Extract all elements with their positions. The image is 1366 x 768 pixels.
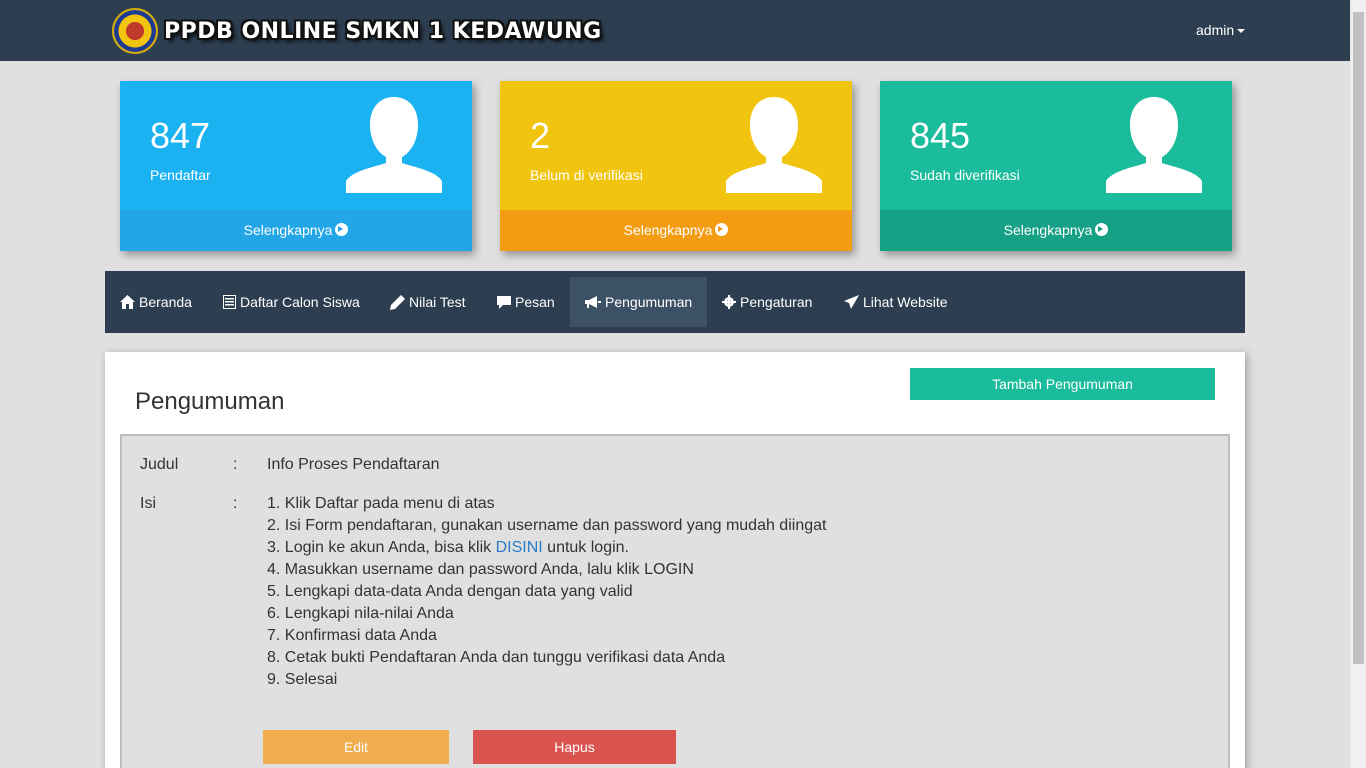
list-icon [223,295,236,309]
isi-line-text: untuk login. [542,539,629,556]
scrollbar-thumb[interactable] [1353,12,1364,664]
nav-item-daftar-calon-siswa[interactable]: Daftar Calon Siswa [208,277,375,327]
nav-item-label: Beranda [139,294,192,310]
stat-more-label: Selengkapnya [623,222,713,238]
isi-line-text: 3. Login ke akun Anda, bisa klik [267,539,496,556]
stat-more-label: Selengkapnya [1003,222,1093,238]
caret-down-icon [1237,29,1246,34]
school-logo-icon [112,8,158,54]
stat-card-pendaftar: 847 Pendaftar Selengkapnya [120,81,472,251]
circle-arrow-right-icon [335,223,349,236]
stat-value: 847 [150,115,211,156]
stat-more-link[interactable]: Selengkapnya [880,210,1232,251]
gear-icon [722,295,736,309]
stat-label: Pendaftar [150,167,211,183]
isi-line: 5. Lengkapi data-data Anda dengan data y… [267,583,633,600]
main-nav: Beranda Daftar Calon Siswa Nilai Test Pe… [105,271,1245,333]
user-menu-dropdown[interactable]: admin [1196,22,1246,38]
stat-card-sudah-verifikasi: 845 Sudah diverifikasi Selengkapnya [880,81,1232,251]
isi-line: 6. Lengkapi nila-nilai Anda [267,605,454,622]
home-icon [120,295,135,309]
pencil-icon [390,294,405,310]
isi-line: 7. Konfirmasi data Anda [267,627,437,644]
bullhorn-icon [585,295,601,308]
stat-more-label: Selengkapnya [243,222,333,238]
isi-label: Isi [140,495,156,512]
nav-item-beranda[interactable]: Beranda [105,277,207,327]
edit-button[interactable]: Edit [263,730,449,764]
nav-item-label: Pengaturan [740,294,813,310]
isi-line: 3. Login ke akun Anda, bisa klik DISINI … [267,537,826,559]
stat-more-link[interactable]: Selengkapnya [500,210,852,251]
stat-value: 845 [910,115,971,156]
brand[interactable]: PPDB ONLINE SMKN 1 KEDAWUNG [112,6,602,56]
user-icon [726,97,822,193]
stat-value: 2 [530,115,551,156]
nav-item-label: Daftar Calon Siswa [240,294,360,310]
isi-colon: : [233,495,238,512]
nav-item-label: Nilai Test [409,294,466,310]
nav-item-pengumuman[interactable]: Pengumuman [570,277,708,327]
add-announcement-button[interactable]: Tambah Pengumuman [910,368,1215,400]
nav-item-label: Lihat Website [863,294,948,310]
comment-icon [497,295,511,309]
judul-label: Judul [140,456,179,473]
stat-label: Sudah diverifikasi [910,167,1020,183]
send-icon [844,295,859,309]
nav-item-nilai-test[interactable]: Nilai Test [375,277,481,327]
announcement-item: Judul : Info Proses Pendaftaran Isi : 1.… [120,434,1230,768]
page-scrollbar[interactable] [1350,0,1366,768]
user-icon [1106,97,1202,193]
user-menu-label: admin [1196,22,1235,38]
isi-line: 8. Cetak bukti Pendaftaran Anda dan tung… [267,649,726,666]
nav-item-pengaturan[interactable]: Pengaturan [707,277,827,327]
isi-line: 1. Klik Daftar pada menu di atas [267,495,495,512]
circle-arrow-right-icon [715,223,729,236]
nav-item-label: Pengumuman [605,294,693,310]
circle-arrow-right-icon [1095,223,1109,236]
nav-item-lihat-website[interactable]: Lihat Website [829,277,963,327]
nav-item-label: Pesan [515,294,555,310]
stat-card-belum-verifikasi: 2 Belum di verifikasi Selengkapnya [500,81,852,251]
nav-item-pesan[interactable]: Pesan [482,277,570,327]
stat-label: Belum di verifikasi [530,167,643,183]
judul-value: Info Proses Pendaftaran [267,456,440,473]
judul-colon: : [233,456,238,473]
isi-line: 4. Masukkan username dan password Anda, … [267,561,694,578]
user-icon [346,97,442,193]
stat-more-link[interactable]: Selengkapnya [120,210,472,251]
top-navbar: PPDB ONLINE SMKN 1 KEDAWUNG admin [0,0,1350,61]
announcement-panel: Pengumuman Tambah Pengumuman Judul : Inf… [105,352,1245,768]
isi-content: 1. Klik Daftar pada menu di atas 2. Isi … [267,493,826,691]
page-title: Pengumuman [135,388,285,415]
isi-line: 2. Isi Form pendaftaran, gunakan usernam… [267,517,827,534]
delete-button[interactable]: Hapus [473,730,676,764]
disini-link[interactable]: DISINI [496,539,543,556]
brand-title: PPDB ONLINE SMKN 1 KEDAWUNG [164,18,602,44]
isi-line: 9. Selesai [267,671,338,688]
